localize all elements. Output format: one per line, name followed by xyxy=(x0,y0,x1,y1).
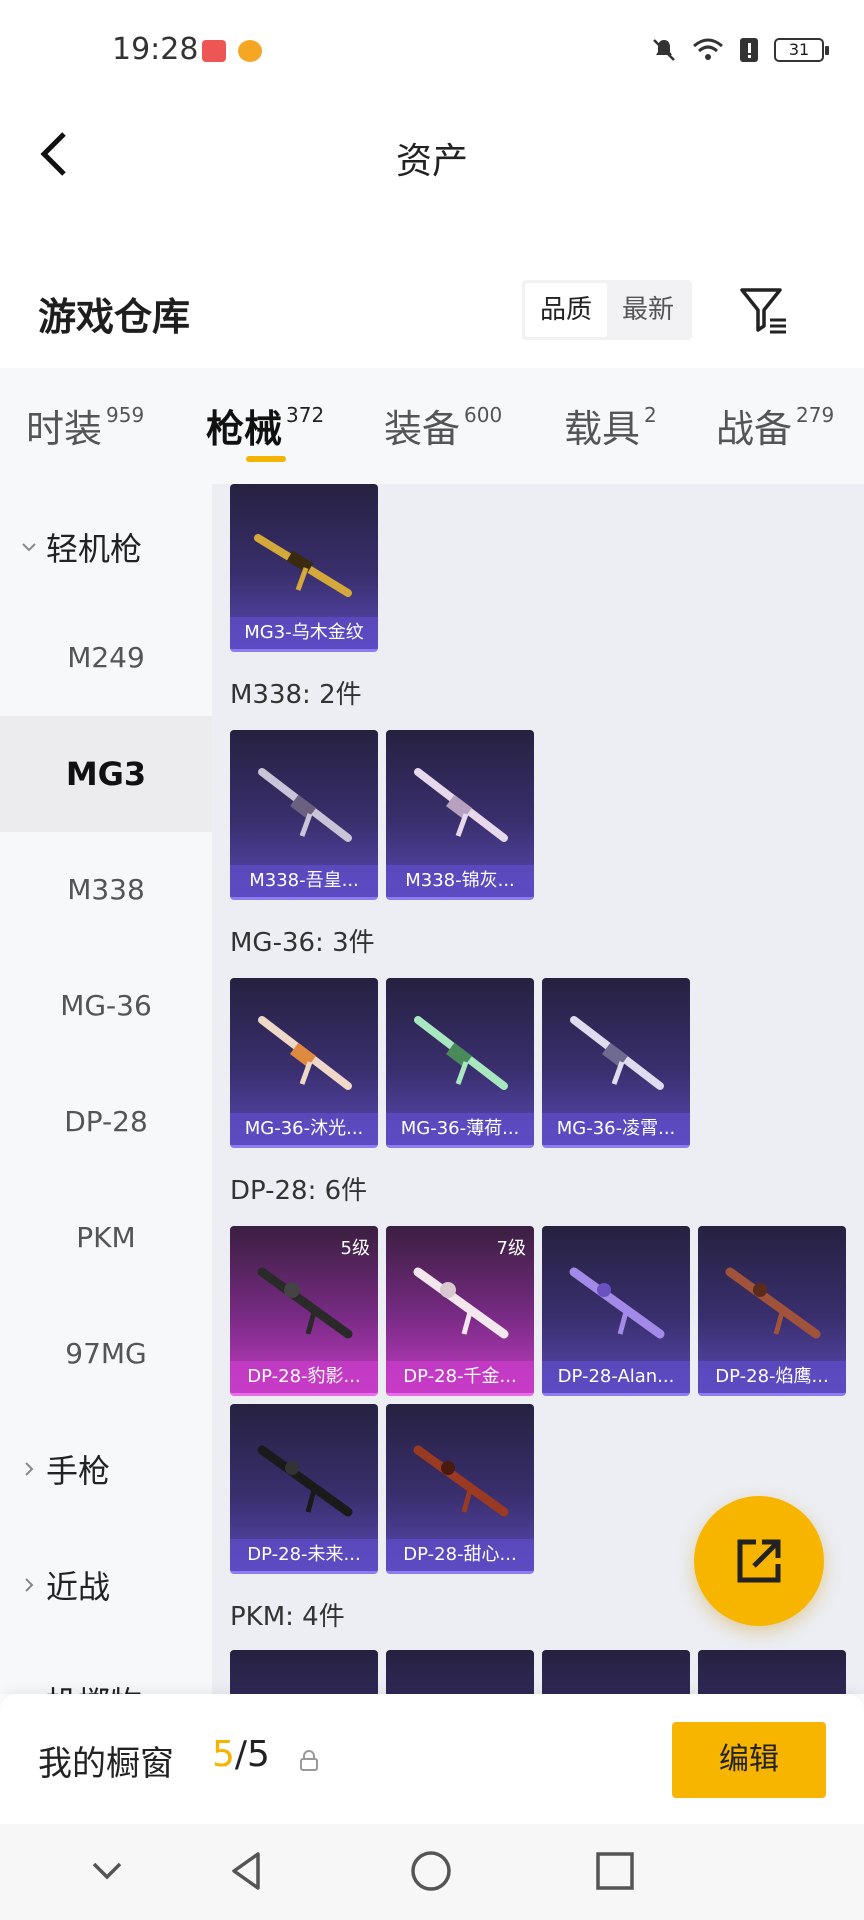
group-label-m338: M338: 2件 xyxy=(230,680,362,710)
sidebar-group-pistol[interactable]: 手枪 xyxy=(20,1446,110,1492)
category-tabs: 时装 959 枪械 372 装备 600 载具 2 战备 279 xyxy=(0,368,864,484)
app-notification-icon-2 xyxy=(238,40,262,62)
sidebar-item-dp28[interactable]: DP-28 xyxy=(0,1064,212,1180)
filter-icon[interactable] xyxy=(736,282,792,338)
item-card[interactable]: DP-28-Alan... xyxy=(542,1226,690,1396)
share-fab-button[interactable] xyxy=(694,1496,824,1626)
item-card[interactable]: DP-28-未来... xyxy=(230,1404,378,1574)
wifi-icon xyxy=(693,38,723,60)
section-title: 游戏仓库 xyxy=(38,295,191,339)
chevron-right-icon xyxy=(25,1578,34,1592)
item-card[interactable]: M338-吾皇... xyxy=(230,730,378,900)
sidebar-item-m338[interactable]: M338 xyxy=(0,832,212,948)
sidebar-item-97mg[interactable]: 97MG xyxy=(0,1296,212,1412)
mute-icon xyxy=(653,39,675,61)
system-nav-bar xyxy=(0,1824,864,1920)
tab-fashion[interactable]: 时装 959 xyxy=(26,398,144,453)
battery-icon: 31 xyxy=(774,38,829,62)
external-link-icon xyxy=(737,1539,781,1583)
chevron-down-icon xyxy=(22,543,36,552)
item-card[interactable]: DP-28-焰鹰... xyxy=(698,1226,846,1396)
group-label-pkm: PKM: 4件 xyxy=(230,1602,345,1632)
nav-collapse-icon[interactable] xyxy=(82,1846,132,1896)
nav-home-icon[interactable] xyxy=(406,1846,456,1896)
group-label-mg36: MG-36: 3件 xyxy=(230,928,375,958)
item-card[interactable]: 7级 DP-28-千金... xyxy=(386,1226,534,1396)
sidebar: 轻机枪 M249 MG3 M338 MG-36 DP-28 PKM 97MG 手… xyxy=(0,484,212,1694)
gun-image xyxy=(258,1016,352,1090)
gun-image xyxy=(413,1445,509,1517)
tab-supplies[interactable]: 战备 279 xyxy=(716,398,834,453)
sidebar-group-melee[interactable]: 近战 xyxy=(20,1562,110,1608)
item-card[interactable] xyxy=(230,1650,378,1694)
item-card[interactable]: 5级 DP-28-豹影... xyxy=(230,1226,378,1396)
gun-image xyxy=(258,768,352,842)
chevron-right-icon xyxy=(25,1462,34,1476)
page-title: 资产 xyxy=(395,141,468,182)
gun-image xyxy=(414,768,508,842)
item-card[interactable]: DP-28-甜心... xyxy=(386,1404,534,1574)
item-card[interactable] xyxy=(386,1650,534,1694)
gun-image xyxy=(257,1267,353,1339)
gun-image xyxy=(257,1445,353,1517)
status-bar: 19:28 31 xyxy=(0,0,864,104)
showcase-label: 我的橱窗 xyxy=(38,1744,174,1784)
nav-back-icon[interactable] xyxy=(222,1846,272,1896)
sidebar-item-m249[interactable]: M249 xyxy=(0,600,212,716)
status-time: 19:28 xyxy=(112,32,199,67)
item-card[interactable] xyxy=(698,1650,846,1694)
showcase-bar: 我的橱窗 5/5 编辑 xyxy=(0,1694,864,1824)
sidebar-group-throwable[interactable]: 投掷物 xyxy=(20,1678,142,1694)
alert-icon xyxy=(740,38,758,62)
lock-icon xyxy=(300,1750,318,1771)
sidebar-item-pkm[interactable]: PKM xyxy=(0,1180,212,1296)
sidebar-item-mg36[interactable]: MG-36 xyxy=(0,948,212,1064)
sort-quality-button[interactable]: 品质 xyxy=(525,283,607,337)
sidebar-item-mg3[interactable]: MG3 xyxy=(0,716,212,832)
group-label-dp28: DP-28: 6件 xyxy=(230,1176,368,1206)
item-card[interactable]: M338-锦灰... xyxy=(386,730,534,900)
item-card[interactable]: MG3-乌木金纹 xyxy=(230,484,378,652)
gun-image xyxy=(725,1267,821,1339)
nav-recents-icon[interactable] xyxy=(590,1846,640,1896)
item-card[interactable]: MG-36-薄荷... xyxy=(386,978,534,1148)
gun-image xyxy=(413,1267,509,1339)
top-bar: 资产 xyxy=(0,104,864,204)
item-card[interactable] xyxy=(542,1650,690,1694)
showcase-count: 5/5 xyxy=(212,1734,270,1775)
item-card[interactable]: MG-36-沐光... xyxy=(230,978,378,1148)
gun-image xyxy=(570,1016,664,1090)
gun-image xyxy=(254,534,352,597)
tab-vehicles[interactable]: 载具 2 xyxy=(564,398,657,453)
gun-image xyxy=(569,1267,665,1339)
item-card[interactable]: MG-36-凌霄... xyxy=(542,978,690,1148)
tab-equipment[interactable]: 装备 600 xyxy=(384,398,502,453)
sort-toggle: 品质 最新 xyxy=(522,280,692,340)
sort-newest-button[interactable]: 最新 xyxy=(607,283,689,337)
section-header: 游戏仓库 品质 最新 xyxy=(0,270,864,360)
gun-image xyxy=(414,1016,508,1090)
tab-guns[interactable]: 枪械 372 xyxy=(206,398,324,453)
tab-active-indicator xyxy=(246,456,286,462)
edit-button[interactable]: 编辑 xyxy=(672,1722,826,1798)
sidebar-group-lmg[interactable]: 轻机枪 xyxy=(20,524,142,570)
app-notification-icon xyxy=(202,40,226,62)
